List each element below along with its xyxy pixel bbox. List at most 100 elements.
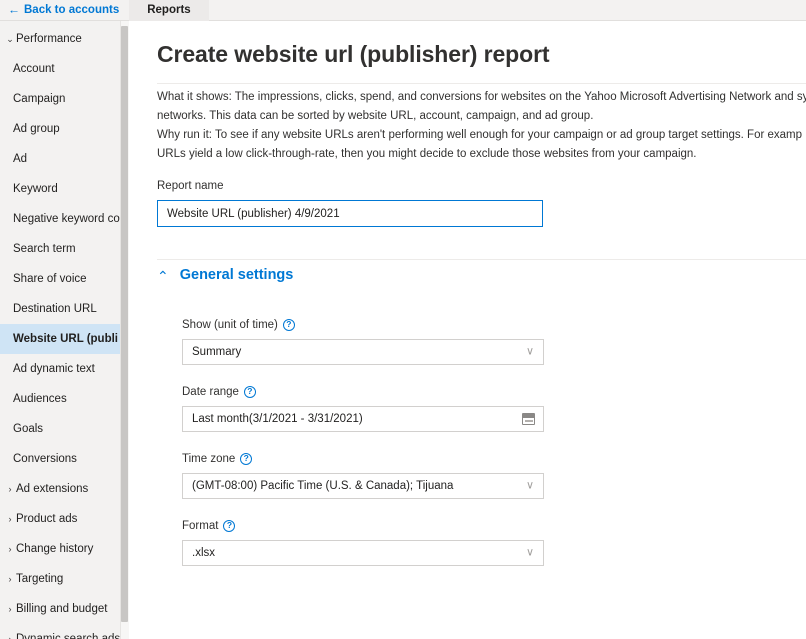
tab-reports[interactable]: Reports (129, 0, 209, 21)
sidebar-item-destination-url[interactable]: Destination URL (0, 294, 120, 324)
sidebar-item-campaign[interactable]: Campaign (0, 84, 120, 114)
sidebar-item-website-url-publi[interactable]: Website URL (publi (0, 324, 120, 354)
report-description: What it shows: The impressions, clicks, … (157, 88, 806, 164)
general-settings-title: General settings (179, 267, 294, 283)
time-zone-label-row: Time zone? (182, 453, 544, 465)
chevron-right-icon: › (8, 604, 12, 614)
sidebar-item-billing-and-budget[interactable]: › Billing and budget (0, 594, 120, 624)
date-range-label-row: Date range? (182, 386, 544, 398)
sidebar-item-label: Ad group (13, 123, 60, 135)
sidebar-item-label: Share of voice (13, 273, 87, 285)
calendar-icon[interactable] (522, 413, 535, 425)
show-unit-of-time-field-group: Show (unit of time)? Summary ∨ (182, 319, 544, 365)
description-line: What it shows: The impressions, clicks, … (157, 91, 806, 103)
format-value: .xlsx (192, 547, 215, 559)
show-unit-of-time-select[interactable]: Summary ∨ (182, 339, 544, 365)
sidebar-item-goals[interactable]: Goals (0, 414, 120, 444)
time-zone-value: (GMT-08:00) Pacific Time (U.S. & Canada)… (192, 480, 454, 492)
format-label-row: Format? (182, 520, 544, 532)
sidebar-item-targeting[interactable]: › Targeting (0, 564, 120, 594)
report-name-input[interactable] (157, 200, 543, 227)
sidebar-item-label: Performance (16, 33, 82, 45)
help-circle-icon[interactable]: ? (282, 319, 295, 331)
chevron-right-icon: › (8, 514, 12, 524)
time-zone-label: Time zone (182, 453, 236, 465)
sidebar-item-label: Targeting (16, 573, 64, 585)
sidebar-item-account[interactable]: Account (0, 54, 120, 84)
page-title: Create website url (publisher) report (157, 41, 550, 67)
sidebar-item-share-of-voice[interactable]: Share of voice (0, 264, 120, 294)
time-zone-field-group: Time zone? (GMT-08:00) Pacific Time (U.S.… (182, 453, 544, 499)
sidebar-item-label: Conversions (13, 453, 77, 465)
sidebar-nav-list: ⌄ Performance Account Campaign Ad group Ad Key… (0, 21, 120, 639)
sidebar-item-label: Ad extensions (16, 483, 89, 495)
sidebar-item-label: Product ads (16, 513, 78, 525)
title-divider (157, 83, 806, 84)
description-line: networks. This data can be sorted by web… (157, 110, 594, 122)
sidebar-item-product-ads[interactable]: › Product ads (0, 504, 120, 534)
sidebar-item-label: Negative keyword co (13, 213, 120, 225)
show-unit-of-time-label: Show (unit of time) (182, 319, 278, 331)
format-select[interactable]: .xlsx ∨ (182, 540, 544, 566)
general-settings-header[interactable]: ⌃ General settings (157, 267, 293, 283)
format-label: Format (182, 520, 219, 532)
chevron-right-icon: › (8, 484, 12, 494)
main-content: Create website url (publisher) report Wh… (130, 21, 806, 639)
sidebar-item-search-term[interactable]: Search term (0, 234, 120, 264)
show-unit-of-time-value: Summary (192, 346, 242, 358)
chevron-down-icon: ∨ (525, 345, 534, 358)
sidebar-item-label: Goals (13, 423, 44, 435)
top-bar: ← Back to accounts Reports (0, 0, 806, 21)
sidebar-item-conversions[interactable]: Conversions (0, 444, 120, 474)
format-field-group: Format? .xlsx ∨ (182, 520, 544, 566)
report-name-field-group: Report name (157, 180, 543, 227)
sidebar-item-negative-keyword-co[interactable]: Negative keyword co (0, 204, 120, 234)
sidebar-item-label: Ad (13, 153, 28, 165)
arrow-left-icon: ← (8, 2, 20, 17)
app-root: ← Back to accounts Reports ⌄ Performance A… (0, 0, 806, 639)
back-to-accounts-link[interactable]: ← Back to accounts (0, 0, 129, 21)
report-name-label: Report name (157, 180, 224, 192)
sidebar-item-label: Billing and budget (16, 603, 108, 615)
sidebar-item-label: Website URL (publi (13, 333, 118, 345)
chevron-right-icon: › (8, 544, 12, 554)
date-range-value: Last month(3/1/2021 - 3/31/2021) (192, 413, 363, 425)
chevron-down-icon: ∨ (525, 479, 534, 492)
sidebar-item-ad-extensions[interactable]: › Ad extensions (0, 474, 120, 504)
chevron-up-icon: ⌃ (157, 268, 169, 284)
sidebar-item-audiences[interactable]: Audiences (0, 384, 120, 414)
sidebar-item-label: Dynamic search ads (16, 633, 120, 639)
show-unit-of-time-label-row: Show (unit of time)? (182, 319, 544, 331)
sidebar-item-dynamic-search-ads[interactable]: › Dynamic search ads (0, 624, 121, 639)
sidebar-scrollbar-thumb[interactable] (121, 26, 128, 622)
sidebar-item-label: Destination URL (13, 303, 97, 315)
date-range-field-group: Date range? Last month(3/1/2021 - 3/31/20… (182, 386, 544, 432)
date-range-date-input[interactable]: Last month(3/1/2021 - 3/31/2021) (182, 406, 544, 432)
chevron-right-icon: › (8, 634, 12, 639)
date-range-label: Date range (182, 386, 239, 398)
help-circle-icon[interactable]: ? (240, 453, 253, 465)
sidebar-item-label: Ad dynamic text (13, 363, 95, 375)
sidebar-item-ad[interactable]: Ad (0, 144, 120, 174)
help-circle-icon[interactable]: ? (243, 386, 256, 398)
description-line: Why run it: To see if any website URLs a… (157, 129, 803, 141)
description-line: URLs yield a low click-through-rate, the… (157, 148, 697, 160)
sidebar: ⌄ Performance Account Campaign Ad group Ad Key… (0, 21, 120, 639)
section-divider (157, 259, 806, 260)
sidebar-item-label: Campaign (13, 93, 66, 105)
sidebar-item-ad-group[interactable]: Ad group (0, 114, 120, 144)
sidebar-item-change-history[interactable]: › Change history (0, 534, 120, 564)
back-to-accounts-label: Back to accounts (24, 4, 120, 16)
general-settings-form: Show (unit of time)? Summary ∨ Date range? L… (182, 319, 544, 587)
sidebar-item-label: Account (13, 63, 55, 75)
sidebar-item-performance[interactable]: ⌄ Performance (0, 24, 120, 54)
tab-reports-label: Reports (147, 4, 191, 16)
sidebar-item-keyword[interactable]: Keyword (0, 174, 120, 204)
sidebar-item-label: Audiences (13, 393, 67, 405)
chevron-down-icon: ⌄ (6, 33, 14, 44)
sidebar-item-label: Change history (16, 543, 94, 555)
time-zone-select[interactable]: (GMT-08:00) Pacific Time (U.S. & Canada)… (182, 473, 544, 499)
sidebar-item-ad-dynamic-text[interactable]: Ad dynamic text (0, 354, 120, 384)
help-circle-icon[interactable]: ? (223, 520, 236, 532)
sidebar-item-label: Search term (13, 243, 76, 255)
